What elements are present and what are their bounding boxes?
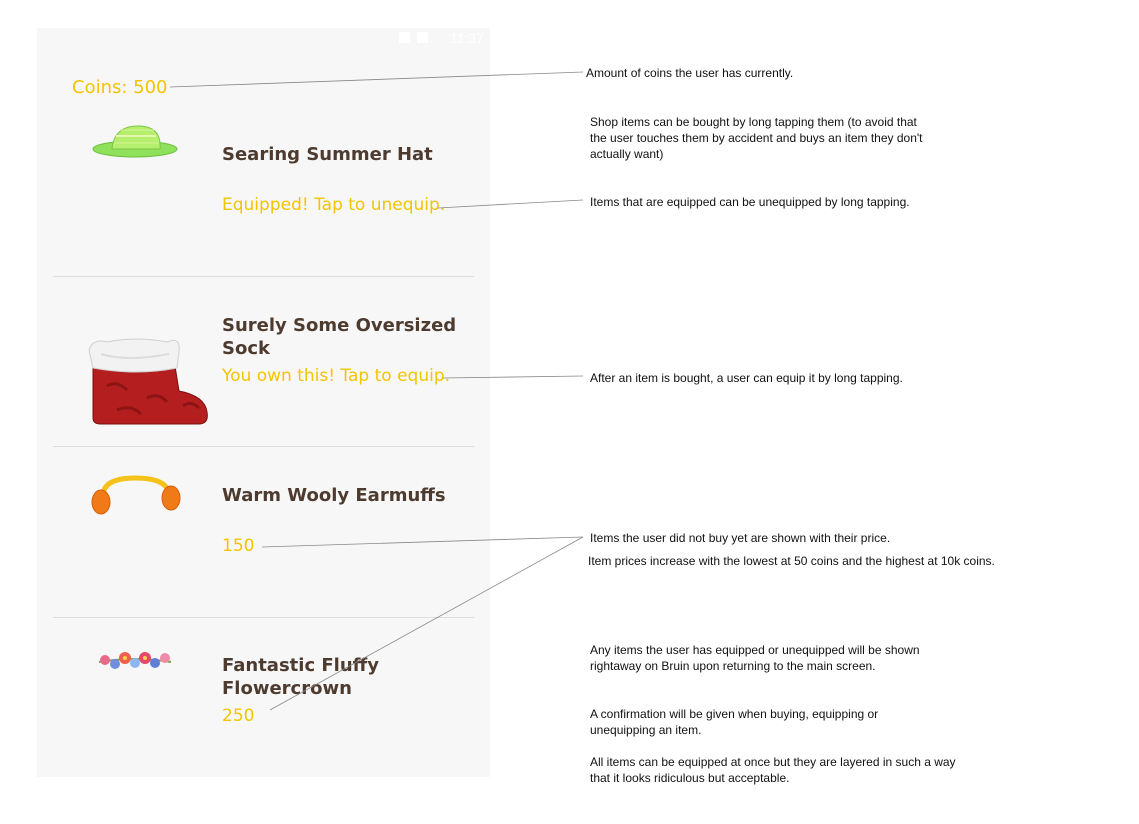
annotation-coins: Amount of coins the user has currently.	[586, 66, 794, 80]
annotation-bruin: Any items the user has equipped or unequ…	[590, 643, 920, 673]
annotation-confirmation: A confirmation will be given when buying…	[590, 707, 879, 737]
annotation-price-range: Item prices increase with the lowest at …	[588, 554, 995, 568]
annotation-long-tap: Shop items can be bought by long tapping…	[590, 115, 923, 161]
annotation-layering: All items can be equipped at once but th…	[590, 755, 956, 785]
annotation-lines	[169, 71, 584, 711]
annotation-equip: After an item is bought, a user can equi…	[590, 371, 903, 385]
annotation-price: Items the user did not buy yet are shown…	[590, 531, 891, 545]
annotation-unequip: Items that are equipped can be unequippe…	[590, 195, 910, 209]
